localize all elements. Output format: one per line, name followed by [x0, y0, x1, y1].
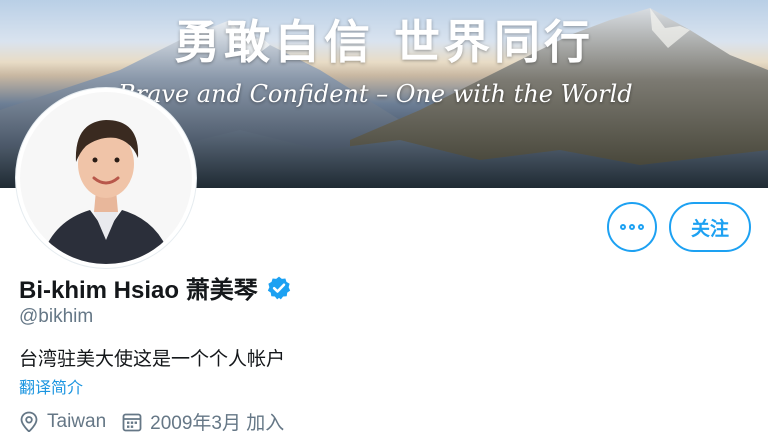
profile-photo — [20, 92, 192, 264]
more-options-button[interactable] — [607, 202, 657, 252]
display-name: Bi-khim Hsiao 萧美琴 — [19, 277, 258, 304]
name-row: Bi-khim Hsiao 萧美琴 — [19, 270, 292, 305]
joined-item: 2009年3月 加入 — [122, 408, 284, 432]
joined-text: 2009年3月 加入 — [150, 413, 285, 432]
banner-title: 勇敢自信 世界同行 — [173, 15, 594, 69]
avatar[interactable] — [16, 88, 196, 268]
translate-bio-link[interactable]: 翻译简介 — [19, 374, 83, 398]
bio: 台湾驻美大使这是一个个人帐户 — [19, 349, 286, 370]
banner-subtitle: Brave and Confident – One with the World — [118, 80, 633, 108]
profile-meta: Taiwan 2009年3月 加入 — [19, 408, 300, 432]
location-pin-icon — [20, 411, 38, 432]
location-text: Taiwan — [47, 410, 107, 432]
more-dots-icon — [620, 224, 644, 230]
handle: @bikhim — [19, 306, 94, 327]
calendar-icon — [122, 413, 142, 431]
location-item: Taiwan — [19, 411, 106, 432]
follow-button[interactable]: 关注 — [669, 202, 751, 252]
verified-badge-icon — [267, 276, 290, 299]
